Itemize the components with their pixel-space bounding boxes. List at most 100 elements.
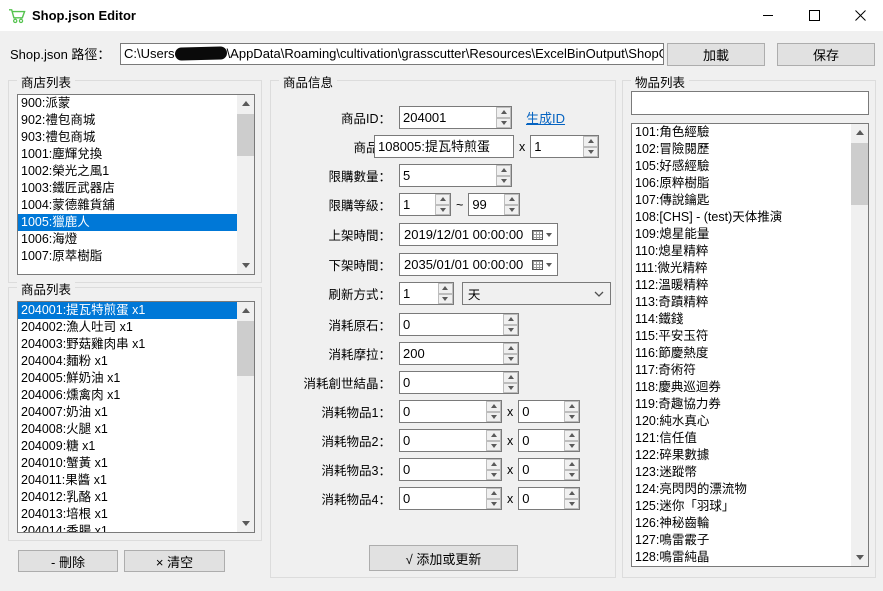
- spin-up-icon[interactable]: [564, 430, 579, 441]
- cost-item-1-count-spinner[interactable]: 0: [518, 400, 580, 423]
- shop-listbox[interactable]: 900:派蒙902:禮包商城903:禮包商城1001:塵輝兌換1002:榮光之風…: [17, 94, 255, 275]
- clear-button[interactable]: × 清空: [124, 550, 225, 572]
- dropdown-arrow-icon[interactable]: [546, 263, 552, 267]
- list-item[interactable]: 108:[CHS] - (test)天体推演: [632, 209, 851, 226]
- list-item[interactable]: 122:碎果數據: [632, 447, 851, 464]
- spin-down-icon[interactable]: [503, 354, 518, 365]
- list-item[interactable]: 115:平安玉符: [632, 328, 851, 345]
- spin-up-icon[interactable]: [486, 488, 501, 499]
- spin-down-icon[interactable]: [486, 499, 501, 510]
- item-name-input[interactable]: 108005:提瓦特煎蛋: [374, 135, 514, 158]
- end-time-picker[interactable]: 2035/01/01 00:00:00: [399, 253, 558, 276]
- list-item[interactable]: 120:純水真心: [632, 413, 851, 430]
- list-item[interactable]: 204012:乳酪 x1: [18, 489, 237, 506]
- list-item[interactable]: 204009:糖 x1: [18, 438, 237, 455]
- list-item[interactable]: 109:熄星能量: [632, 226, 851, 243]
- scroll-up-icon[interactable]: [237, 95, 254, 112]
- scroll-down-icon[interactable]: [237, 515, 254, 532]
- list-item[interactable]: 107:傳說鑰匙: [632, 192, 851, 209]
- list-item[interactable]: 204005:鮮奶油 x1: [18, 370, 237, 387]
- buy-limit-spinner[interactable]: 5: [399, 164, 512, 187]
- generate-id-link[interactable]: 生成ID: [526, 108, 565, 127]
- list-item[interactable]: 1004:蒙德雜貨舖: [18, 197, 237, 214]
- spin-down-icon[interactable]: [564, 470, 579, 481]
- item-listbox[interactable]: 101:角色經驗102:冒險閱歷105:好感經驗106:原粹樹脂107:傳說鑰匙…: [631, 123, 869, 567]
- list-item[interactable]: 902:禮包商城: [18, 112, 237, 129]
- list-item[interactable]: 116:節慶熱度: [632, 345, 851, 362]
- list-item[interactable]: 117:奇術符: [632, 362, 851, 379]
- list-item[interactable]: 204013:培根 x1: [18, 506, 237, 523]
- dropdown-arrow-icon[interactable]: [546, 233, 552, 237]
- cost-item-4-id-spinner[interactable]: 0: [399, 487, 502, 510]
- list-item[interactable]: 903:禮包商城: [18, 129, 237, 146]
- list-item[interactable]: 106:原粹樹脂: [632, 175, 851, 192]
- spin-down-icon[interactable]: [438, 294, 453, 305]
- list-item[interactable]: 204003:野菇雞肉串 x1: [18, 336, 237, 353]
- cost-item-3-count-spinner[interactable]: 0: [518, 458, 580, 481]
- list-item[interactable]: 110:熄星精粹: [632, 243, 851, 260]
- spin-up-icon[interactable]: [564, 488, 579, 499]
- minimize-button[interactable]: [745, 0, 791, 31]
- list-item[interactable]: 127:鳴雷霰子: [632, 532, 851, 549]
- begin-time-picker[interactable]: 2019/12/01 00:00:00: [399, 223, 558, 246]
- cost-crystal-spinner[interactable]: 0: [399, 371, 519, 394]
- list-item[interactable]: 1006:海燈: [18, 231, 237, 248]
- list-item[interactable]: 204004:麵粉 x1: [18, 353, 237, 370]
- level-min-spinner[interactable]: 1: [399, 193, 451, 216]
- scroll-up-icon[interactable]: [237, 302, 254, 319]
- list-item[interactable]: 114:鐵錢: [632, 311, 851, 328]
- scroll-thumb[interactable]: [237, 321, 254, 376]
- refresh-count-spinner[interactable]: 1: [399, 282, 454, 305]
- goods-list-scrollbar[interactable]: [237, 302, 254, 532]
- spin-down-icon[interactable]: [504, 205, 519, 216]
- list-item[interactable]: 1002:榮光之風1: [18, 163, 237, 180]
- scroll-thumb[interactable]: [851, 143, 868, 205]
- save-button[interactable]: 保存: [777, 43, 875, 66]
- list-item[interactable]: 124:亮閃閃的漂流物: [632, 481, 851, 498]
- list-item[interactable]: 119:奇趣協力券: [632, 396, 851, 413]
- list-item[interactable]: 204010:蟹黃 x1: [18, 455, 237, 472]
- spin-up-icon[interactable]: [435, 194, 450, 205]
- load-button[interactable]: 加載: [667, 43, 765, 66]
- spin-down-icon[interactable]: [583, 147, 598, 158]
- spin-down-icon[interactable]: [503, 383, 518, 394]
- scroll-down-icon[interactable]: [237, 257, 254, 274]
- list-item[interactable]: 1001:塵輝兌換: [18, 146, 237, 163]
- list-item[interactable]: 111:微光精粹: [632, 260, 851, 277]
- list-item[interactable]: 900:派蒙: [18, 95, 237, 112]
- cost-item-4-count-spinner[interactable]: 0: [518, 487, 580, 510]
- list-item[interactable]: 1007:原萃樹脂: [18, 248, 237, 265]
- list-item[interactable]: 204014:香腸 x1: [18, 523, 237, 532]
- cost-item-2-count-spinner[interactable]: 0: [518, 429, 580, 452]
- list-item[interactable]: 102:冒險閱歷: [632, 141, 851, 158]
- item-list-scrollbar[interactable]: [851, 124, 868, 566]
- spin-up-icon[interactable]: [564, 401, 579, 412]
- level-max-spinner[interactable]: 99: [468, 193, 520, 216]
- close-button[interactable]: [837, 0, 883, 31]
- spin-down-icon[interactable]: [486, 441, 501, 452]
- spin-up-icon[interactable]: [564, 459, 579, 470]
- list-item[interactable]: 1003:鐵匠武器店: [18, 180, 237, 197]
- spin-up-icon[interactable]: [496, 165, 511, 176]
- list-item[interactable]: 101:角色經驗: [632, 124, 851, 141]
- shop-list-scrollbar[interactable]: [237, 95, 254, 274]
- scroll-thumb[interactable]: [237, 114, 254, 156]
- spin-up-icon[interactable]: [503, 314, 518, 325]
- list-item[interactable]: 105:好感經驗: [632, 158, 851, 175]
- list-item[interactable]: 118:慶典巡迴券: [632, 379, 851, 396]
- spin-down-icon[interactable]: [564, 441, 579, 452]
- list-item[interactable]: 204008:火腿 x1: [18, 421, 237, 438]
- list-item[interactable]: 123:迷蹤幣: [632, 464, 851, 481]
- spin-down-icon[interactable]: [435, 205, 450, 216]
- delete-button[interactable]: - 刪除: [18, 550, 118, 572]
- maximize-button[interactable]: [791, 0, 837, 31]
- spin-down-icon[interactable]: [564, 412, 579, 423]
- cost-primogem-spinner[interactable]: 0: [399, 313, 519, 336]
- spin-down-icon[interactable]: [496, 176, 511, 187]
- list-item[interactable]: 1005:獵鹿人: [18, 214, 237, 231]
- spin-up-icon[interactable]: [486, 401, 501, 412]
- item-count-spinner[interactable]: 1: [530, 135, 599, 158]
- list-item[interactable]: 204001:提瓦特煎蛋 x1: [18, 302, 237, 319]
- list-item[interactable]: 204011:果醬 x1: [18, 472, 237, 489]
- list-item[interactable]: 204002:漁人吐司 x1: [18, 319, 237, 336]
